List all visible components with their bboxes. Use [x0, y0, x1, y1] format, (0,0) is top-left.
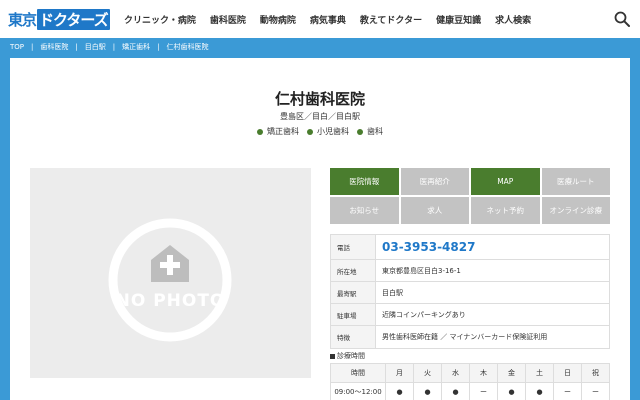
- tab-online-consult[interactable]: オンライン診療: [541, 197, 610, 224]
- schedule-header: 祝: [581, 363, 610, 383]
- schedule-cell: ●: [385, 382, 414, 400]
- nav-jobs[interactable]: 求人検索: [495, 13, 531, 26]
- schedule-header: 日: [553, 363, 582, 383]
- info-row-station: 最寄駅 目白駅: [331, 282, 609, 304]
- tab-map[interactable]: MAP: [471, 168, 540, 195]
- tab-news[interactable]: お知らせ: [330, 197, 399, 224]
- clinic-location: 豊島区／目白／目白駅: [280, 112, 360, 121]
- main-content: 仁村歯科医院 豊島区／目白／目白駅 矯正歯科 小児歯科 歯科 NO PHOTO …: [10, 58, 630, 400]
- info-row-phone: 電話 03-3953-4827: [331, 235, 609, 260]
- nav-health-tips[interactable]: 健康豆知識: [436, 13, 481, 26]
- info-label: 電話: [331, 235, 376, 259]
- clinic-photo: NO PHOTO: [30, 168, 311, 378]
- breadcrumb-station[interactable]: 目白駅: [85, 42, 106, 52]
- nav-dental[interactable]: 歯科医院: [210, 13, 246, 26]
- schedule-cell: ●: [497, 382, 526, 400]
- specialty-item[interactable]: 小児歯科: [307, 126, 349, 137]
- specialty-label: 矯正歯科: [267, 127, 299, 136]
- site-header: 東京 ドクターズ クリニック・病院 歯科医院 動物病院 病気事典 教えてドクター…: [0, 0, 640, 38]
- tab-doctor-intro[interactable]: 医再紹介: [400, 168, 469, 195]
- logo-text-main: 東京: [8, 10, 37, 29]
- features-value: 男性歯科医師在籍 ／ マイナンバーカード保険証利用: [382, 333, 548, 341]
- info-label: 最寄駅: [331, 282, 376, 303]
- square-bullet-icon: [330, 353, 335, 359]
- specialty-item[interactable]: 矯正歯科: [257, 126, 299, 137]
- schedule-cell: ●: [413, 382, 442, 400]
- breadcrumb: TOP | 歯科医院 | 目白駅 | 矯正歯科 | 仁村歯科医院: [0, 38, 640, 56]
- breadcrumb-current: 仁村歯科医院: [166, 43, 209, 51]
- phone-number[interactable]: 03-3953-4827: [376, 235, 609, 259]
- bullet-icon: [357, 128, 363, 135]
- schedule-cell: ●: [441, 382, 470, 400]
- schedule-table: 時間 月 火 水 木 金 土 日 祝 09:00～12:00 ● ● ● ー ●…: [330, 363, 610, 400]
- schedule-header: 時間: [330, 363, 386, 383]
- site-logo[interactable]: 東京 ドクターズ: [8, 8, 110, 30]
- logo-text-sub: ドクターズ: [37, 8, 110, 30]
- breadcrumb-separator: |: [75, 43, 78, 51]
- info-row-features: 特徴 男性歯科医師在籍 ／ マイナンバーカード保険証利用: [331, 326, 609, 348]
- tab-jobs[interactable]: 求人: [400, 197, 469, 224]
- tab-route[interactable]: 医療ルート: [541, 168, 610, 195]
- nav-ask-doctor[interactable]: 教えてドクター: [360, 13, 422, 26]
- schedule-row: 09:00～12:00 ● ● ● ー ● ● ー ー: [330, 382, 610, 400]
- clinic-tabs: 医院情報 医再紹介 MAP 医療ルート お知らせ 求人 ネット予約 オンライン診…: [330, 168, 610, 224]
- page-title: 仁村歯科医院: [274, 90, 365, 108]
- nav-clinic[interactable]: クリニック・病院: [124, 13, 196, 26]
- no-photo-label: NO PHOTO: [115, 291, 226, 311]
- tab-online-booking[interactable]: ネット予約: [471, 197, 540, 224]
- schedule-header-row: 時間 月 火 水 木 金 土 日 祝: [330, 363, 610, 383]
- schedule-cell: ー: [469, 382, 498, 400]
- info-label: 所在地: [331, 260, 376, 281]
- schedule-header: 木: [469, 363, 498, 383]
- schedule-header: 月: [385, 363, 414, 383]
- address-value: 東京都豊島区目白3-16-1: [382, 266, 461, 275]
- specialty-list: 矯正歯科 小児歯科 歯科: [10, 126, 630, 137]
- breadcrumb-separator: |: [112, 43, 116, 51]
- bullet-icon: [257, 128, 263, 135]
- schedule-time: 09:00～12:00: [330, 382, 386, 400]
- schedule-cell: ー: [553, 382, 582, 400]
- clinic-info-table: 電話 03-3953-4827 所在地 東京都豊島区目白3-16-1 最寄駅 目…: [330, 234, 610, 349]
- specialty-label: 小児歯科: [317, 127, 349, 136]
- specialty-item[interactable]: 歯科: [357, 126, 383, 137]
- breadcrumb-separator: |: [31, 43, 34, 51]
- schedule-header: 金: [497, 363, 526, 383]
- main-nav: クリニック・病院 歯科医院 動物病院 病気事典 教えてドクター 健康豆知識 求人…: [124, 0, 545, 38]
- schedule-cell: ー: [581, 382, 610, 400]
- schedule-header: 火: [413, 363, 442, 383]
- schedule-cell: ●: [525, 382, 554, 400]
- info-label: 駐車場: [331, 304, 376, 325]
- tab-clinic-info[interactable]: 医院情報: [330, 168, 399, 195]
- info-label: 特徴: [331, 326, 376, 348]
- search-icon[interactable]: [614, 11, 630, 27]
- parking-value: 近隣コインパーキングあり: [382, 310, 466, 319]
- nav-disease[interactable]: 病気事典: [310, 13, 346, 26]
- schedule-header: 水: [441, 363, 470, 383]
- no-photo-icon: [108, 218, 232, 342]
- station-value: 目白駅: [382, 288, 403, 297]
- specialty-label: 歯科: [367, 127, 383, 136]
- bullet-icon: [307, 128, 313, 135]
- nav-animal[interactable]: 動物病院: [260, 13, 296, 26]
- schedule-title-text: 診療時間: [337, 352, 365, 360]
- breadcrumb-top[interactable]: TOP: [10, 43, 24, 51]
- breadcrumb-orthodontics[interactable]: 矯正歯科: [122, 42, 150, 52]
- schedule-header: 土: [525, 363, 554, 383]
- breadcrumb-separator: |: [157, 43, 160, 51]
- schedule-title: 診療時間: [330, 351, 365, 361]
- breadcrumb-dental[interactable]: 歯科医院: [40, 42, 68, 52]
- info-row-address: 所在地 東京都豊島区目白3-16-1: [331, 260, 609, 282]
- info-row-parking: 駐車場 近隣コインパーキングあり: [331, 304, 609, 326]
